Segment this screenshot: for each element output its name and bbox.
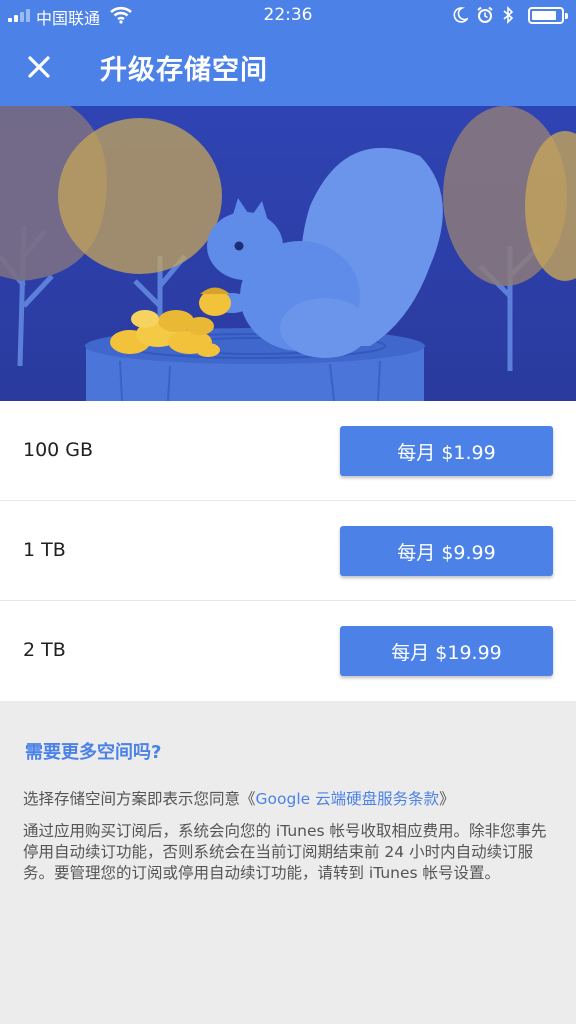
moon-icon: [453, 7, 468, 23]
footer: 需要更多空间吗? 选择存储空间方案即表示您同意《Google 云端硬盘服务条款》…: [0, 701, 576, 1024]
terms-link[interactable]: Google 云端硬盘服务条款: [256, 790, 440, 808]
header: 中国联通 22:36 升级存储空间: [0, 0, 576, 106]
banner-illustration: [0, 106, 576, 401]
plan-size-label: 2 TB: [23, 639, 66, 661]
more-space-link[interactable]: 需要更多空间吗?: [25, 738, 161, 764]
buy-2tb-button[interactable]: 每月 $19.99: [340, 626, 553, 676]
status-bar: 中国联通 22:36: [0, 0, 576, 30]
agree-suffix: 》: [439, 790, 455, 808]
alarm-icon: [477, 6, 493, 23]
terms-agreement-text: 选择存储空间方案即表示您同意《Google 云端硬盘服务条款》: [23, 787, 455, 809]
itunes-billing-notice: 通过应用购买订阅后，系统会向您的 iTunes 帐号收取相应费用。除非您事先停用…: [23, 822, 547, 882]
plan-size-label: 1 TB: [23, 539, 66, 561]
buy-100gb-button[interactable]: 每月 $1.99: [340, 426, 553, 476]
bluetooth-icon: [503, 6, 514, 24]
close-button[interactable]: [22, 50, 56, 84]
page-title: 升级存储空间: [100, 55, 268, 86]
plan-row-1tb: 1 TB 每月 $9.99: [0, 501, 576, 601]
buy-1tb-button[interactable]: 每月 $9.99: [340, 526, 553, 576]
plan-row-2tb: 2 TB 每月 $19.99: [0, 601, 576, 701]
acorn: [199, 287, 231, 316]
battery-icon: [528, 7, 568, 24]
plan-list: 100 GB 每月 $1.99 1 TB 每月 $9.99 2 TB 每月 $1…: [0, 401, 576, 701]
plan-size-label: 100 GB: [23, 439, 94, 461]
agree-prefix: 选择存储空间方案即表示您同意《: [23, 790, 256, 808]
plan-row-100gb: 100 GB 每月 $1.99: [0, 401, 576, 501]
